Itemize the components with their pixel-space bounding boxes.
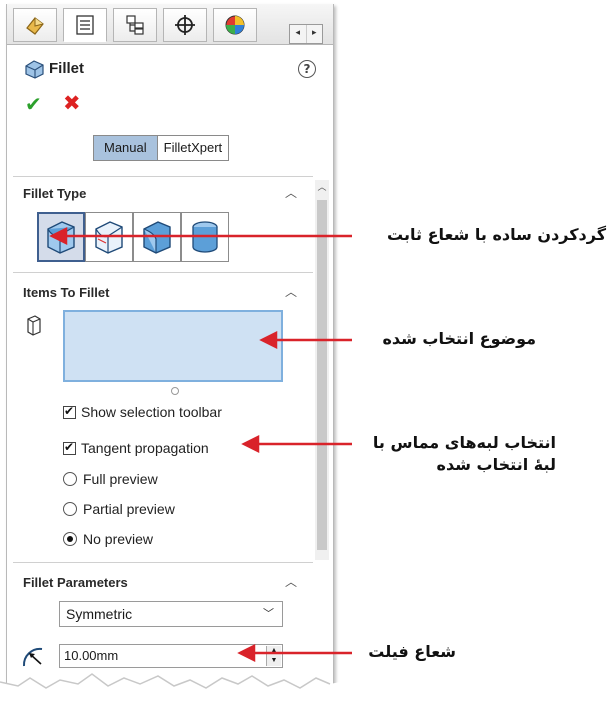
- arrow-head: [241, 434, 260, 454]
- annotation-constant-radius: گردکردن ساده با شعاع ثابت: [387, 225, 606, 244]
- arrow-head: [49, 226, 68, 246]
- annotation-fillet-radius: شعاع فیلت: [368, 642, 456, 661]
- annotation-tangent-propagation: انتخاب لبه‌های مماس با لبهٔ انتخاب شده: [372, 433, 556, 474]
- annotation-selected-item: موضوع انتخاب شده: [382, 329, 536, 348]
- arrow-head: [259, 330, 278, 350]
- arrow-head: [237, 643, 256, 663]
- callout-arrows: [49, 226, 352, 663]
